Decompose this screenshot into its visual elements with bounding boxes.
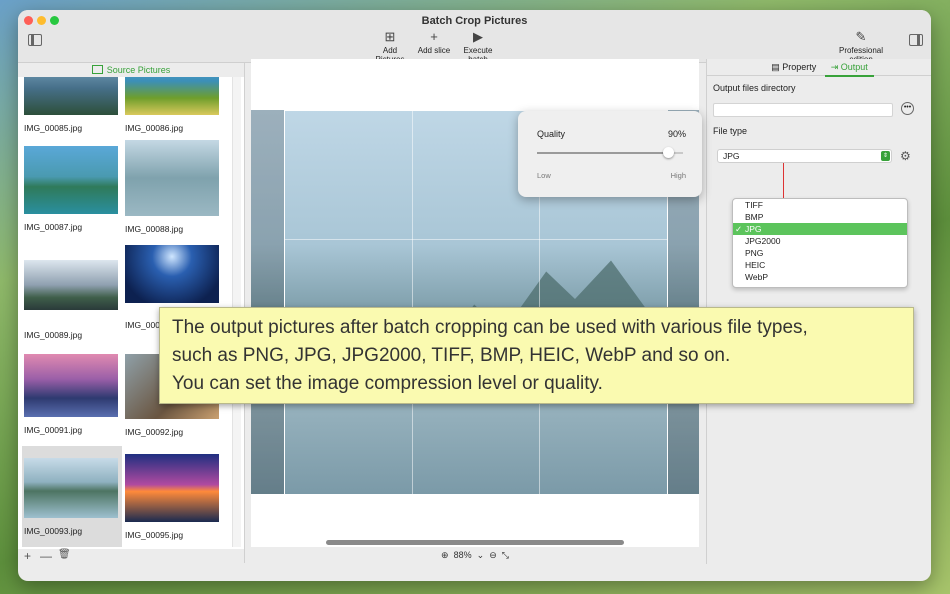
menu-item-png[interactable]: PNG	[733, 247, 907, 259]
quality-high-label: High	[670, 171, 686, 180]
fit-icon[interactable]: ⤡	[502, 550, 509, 560]
thumbnail-caption: IMG_00086.jpg	[125, 123, 184, 133]
thumbnail-caption: IMG_00088.jpg	[125, 224, 184, 234]
quality-popover: Quality 90% Low High	[518, 111, 702, 197]
feature-callout: The output pictures after batch cropping…	[159, 307, 914, 404]
thumbnail-caption: IMG_00087.jpg	[24, 222, 83, 232]
thumbnail-caption: IMG_00095.jpg	[125, 530, 184, 540]
thumbnail-image	[24, 77, 118, 115]
source-pictures-header: Source Pictures	[18, 63, 244, 77]
tab-output[interactable]: ⇥ Output	[824, 59, 874, 77]
menu-item-jpg[interactable]: ✓ JPG	[733, 223, 907, 235]
quality-slider[interactable]	[537, 147, 683, 158]
file-type-select[interactable]: JPG ⇕	[717, 149, 892, 163]
select-arrow-icon: ⇕	[881, 151, 890, 161]
thumbnail-caption: IMG_00085.jpg	[24, 123, 83, 133]
thumbnail-caption: IMG_00091.jpg	[24, 425, 83, 435]
add-pictures-icon: ⊞	[384, 29, 396, 44]
plus-icon: +	[430, 29, 438, 44]
thumbnail-image	[125, 245, 219, 303]
left-panel-footer: + — 🗑	[18, 549, 244, 563]
pen-icon: ✎	[855, 29, 867, 44]
callout-line-1: The output pictures after batch cropping…	[172, 317, 808, 338]
add-slice-label: Add slice	[417, 46, 451, 55]
menu-item-tiff[interactable]: TIFF	[733, 199, 907, 211]
thumbnail-item[interactable]: IMG_00091.jpg	[22, 354, 122, 435]
thumbnail-item[interactable]: IMG_00085.jpg	[22, 77, 122, 133]
image-icon	[91, 65, 103, 74]
output-dir-field[interactable]	[713, 103, 893, 117]
titlebar: Batch Crop Pictures ⊞ Add Pictures + Add…	[18, 10, 931, 64]
checkmark-icon: ✓	[735, 224, 743, 234]
zoom-in-icon[interactable]: ⊕	[441, 550, 449, 560]
quality-label: Quality	[537, 129, 566, 139]
zoom-level[interactable]: 88%	[454, 550, 472, 560]
menu-item-webp[interactable]: WebP	[733, 271, 907, 283]
callout-line-2: such as PNG, JPG, JPG2000, TIFF, BMP, HE…	[172, 345, 731, 366]
quality-value: 90%	[667, 129, 686, 139]
grid-line	[285, 239, 667, 240]
app-window: Batch Crop Pictures ⊞ Add Pictures + Add…	[18, 10, 931, 581]
thumbnail-caption: IMG_00093.jpg	[24, 526, 83, 536]
thumbnail-image	[24, 354, 118, 417]
thumbnail-item[interactable]: IMG_00087.jpg	[22, 146, 122, 232]
browse-icon[interactable]: •••	[901, 102, 914, 115]
menu-item-heic[interactable]: HEIC	[733, 259, 907, 271]
tab-property-label: Property	[782, 62, 817, 72]
toggle-right-sidebar-icon[interactable]	[909, 34, 923, 46]
gear-icon[interactable]: ⚙	[900, 149, 911, 163]
zoom-bar: ⊕ 88% ⌄ ⊖ ⤡	[251, 547, 699, 564]
thumbnail-image	[125, 77, 219, 115]
horizontal-scrollbar[interactable]	[326, 540, 624, 545]
chevron-down-icon[interactable]: ⌄	[477, 550, 485, 560]
thumbnail-caption: IMG_00089.jpg	[24, 330, 83, 340]
menu-item-jpg-label: JPG	[745, 224, 762, 234]
file-type-value: JPG	[723, 151, 740, 161]
file-type-menu: TIFF BMP ✓ JPG JPG2000 PNG HEIC WebP	[732, 198, 908, 288]
thumbnail-item[interactable]: IMG_00086.jpg	[123, 77, 223, 133]
thumbnail-image	[24, 458, 118, 518]
thumbnail-caption: IMG_00092.jpg	[125, 427, 184, 437]
menu-item-bmp[interactable]: BMP	[733, 211, 907, 223]
grid-line	[412, 111, 413, 495]
window-title: Batch Crop Pictures	[421, 15, 528, 27]
tab-property[interactable]: ▤ Property	[765, 59, 822, 75]
thumbnail-image	[24, 260, 118, 310]
thumbnail-item-selected[interactable]: IMG_00093.jpg	[22, 446, 122, 547]
callout-line-3: You can set the image compression level …	[172, 373, 603, 394]
output-dir-label: Output files directory	[713, 83, 796, 93]
thumbnail-item[interactable]: IMG_00088.jpg	[123, 140, 223, 234]
remove-icon[interactable]: —	[40, 549, 52, 563]
tab-output-label: Output	[840, 62, 868, 72]
trash-icon[interactable]: 🗑	[58, 549, 71, 560]
thumbnail-item[interactable]: IMG_00095.jpg	[123, 454, 223, 540]
thumbnail-image	[125, 454, 219, 522]
inspector-tabs: ▤ Property ⇥ Output	[707, 59, 931, 77]
quality-slider-knob[interactable]	[663, 147, 675, 158]
menu-item-jpg2000[interactable]: JPG2000	[733, 235, 907, 247]
zoom-out-icon[interactable]: ⊖	[489, 550, 497, 560]
play-icon: ▶	[473, 29, 483, 44]
quality-low-label: Low	[537, 171, 551, 180]
thumbnail-item[interactable]: IMG_00089.jpg	[22, 260, 122, 340]
thumbnail-image	[24, 146, 118, 214]
source-pictures-title: Source Pictures	[106, 65, 171, 75]
crop-shade-left	[251, 110, 284, 494]
quality-slider-fill	[537, 152, 669, 154]
toggle-left-sidebar-icon[interactable]	[28, 34, 42, 46]
add-slice-button[interactable]: + Add slice	[417, 29, 451, 56]
pointer-line	[783, 163, 784, 199]
thumbnail-image	[125, 140, 219, 216]
file-type-label: File type	[713, 126, 748, 136]
add-icon[interactable]: +	[24, 549, 31, 563]
